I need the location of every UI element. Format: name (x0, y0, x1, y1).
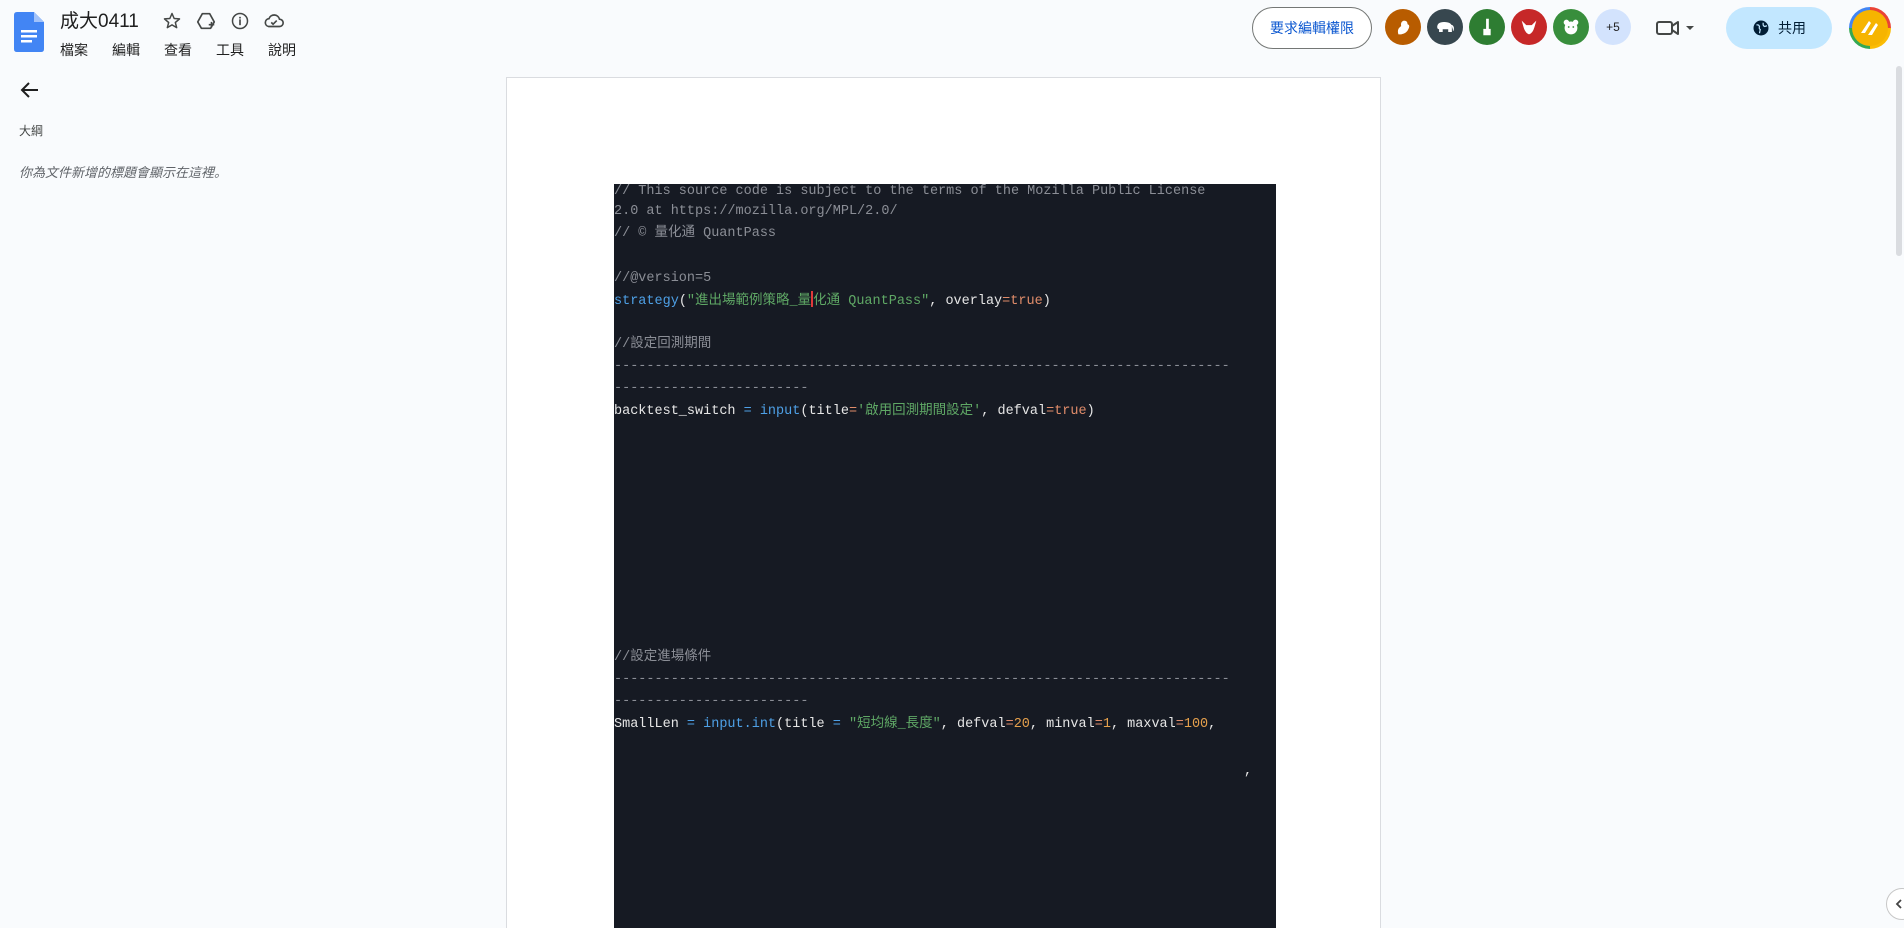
video-camera-icon (1656, 21, 1679, 35)
account-logo-icon (1852, 10, 1888, 46)
squirrel-icon[interactable] (1385, 9, 1421, 45)
code-line: // This source code is subject to the te… (614, 184, 1206, 199)
bear-icon[interactable] (1553, 9, 1589, 45)
menu-edit[interactable]: 編輯 (112, 38, 148, 62)
globe-icon (1753, 20, 1769, 36)
code-line: strategy("進出場範例策略_量 化通 QuantPass", overla… (614, 291, 1051, 312)
chevron-left-icon (1895, 899, 1902, 909)
menu-bar: 檔案 編輯 查看 工具 說明 (60, 38, 320, 62)
share-button[interactable]: 共用 (1726, 7, 1832, 49)
code-line: ----------------------------------------… (614, 672, 1230, 687)
buffalo-icon[interactable] (1511, 9, 1547, 45)
code-image: // This source code is subject to the te… (614, 184, 1276, 928)
menu-help[interactable]: 說明 (268, 38, 304, 62)
code-line: 2.0 at https://mozilla.org/MPL/2.0/ (614, 204, 898, 219)
code-line: //設定回測期間 (614, 337, 712, 352)
menu-file[interactable]: 檔案 (60, 38, 96, 62)
move-to-drive-icon[interactable] (194, 9, 218, 33)
back-arrow-icon[interactable] (18, 78, 42, 102)
cloud-saved-icon[interactable] (262, 9, 286, 33)
giraffe-icon[interactable] (1469, 9, 1505, 45)
scrollbar-thumb[interactable] (1896, 66, 1902, 256)
outline-heading: 大綱 (19, 124, 44, 138)
menu-tools[interactable]: 工具 (216, 38, 252, 62)
code-line: backtest_switch = input(title='啟用回測期間設定'… (614, 404, 1095, 419)
caret-down-icon (1686, 26, 1694, 30)
document-page[interactable]: // This source code is subject to the te… (506, 77, 1381, 928)
collapse-side-panel-button[interactable] (1886, 888, 1904, 920)
code-line: // © 量化通 QuantPass (614, 226, 777, 241)
elephant-icon[interactable] (1427, 9, 1463, 45)
more-collaborators-badge[interactable]: +5 (1595, 9, 1631, 45)
star-icon[interactable] (160, 9, 184, 33)
menu-view[interactable]: 查看 (164, 38, 200, 62)
account-avatar[interactable] (1849, 7, 1891, 49)
docs-logo-icon[interactable] (14, 12, 44, 52)
document-title[interactable]: 成大0411 (60, 6, 139, 33)
code-line: , (1244, 764, 1253, 779)
code-line: ------------------------ (614, 694, 809, 709)
share-button-label: 共用 (1778, 20, 1806, 36)
code-line: ----------------------------------------… (614, 359, 1230, 374)
code-line: //@version=5 (614, 271, 712, 286)
request-edit-access-button[interactable]: 要求編輯權限 (1252, 7, 1372, 49)
code-line: SmallLen = input.int(title = "短均線_長度", d… (614, 717, 1217, 732)
collaborator-avatars: +5 (1385, 9, 1631, 45)
top-bar: 成大0411 檔案 編輯 查看 工具 說明 要求編輯權限 +5 共用 (0, 0, 1904, 64)
code-line: ------------------------ (614, 381, 809, 396)
info-icon[interactable] (228, 9, 252, 33)
outline-empty-hint: 你為文件新增的標題會顯示在這裡。 (19, 165, 228, 180)
meet-button[interactable] (1655, 14, 1705, 42)
code-line: //設定進場條件 (614, 650, 712, 665)
